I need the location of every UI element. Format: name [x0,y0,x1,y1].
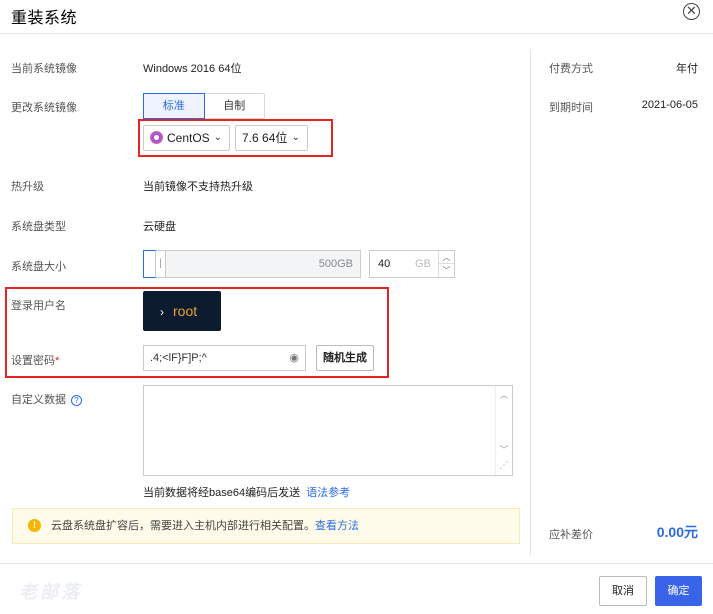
stepper-arrows: ︿ ﹀ [438,251,454,277]
highlight-box-image [138,119,333,157]
confirm-button[interactable]: 确定 [655,576,702,606]
chevron-up-icon[interactable]: ︿ [496,388,512,401]
custom-data-note: 当前数据将经base64编码后发送 语法参考 [143,484,350,500]
dialog-title: 重装系统 [11,10,78,27]
disk-size-label: 系统盘大小 [11,261,66,273]
image-type-tabs: 标准 自制 [143,93,265,119]
cancel-button[interactable]: 取消 [599,576,647,606]
warning-banner: ! 云盘系统盘扩容后，需要进入主机内部进行相关配置。查看方法 [12,508,520,544]
change-image-label: 更改系统镜像 [11,102,77,114]
disk-type-value: 云硬盘 [143,221,176,233]
expire-date-label: 到期时间 [549,102,593,114]
watermark-logo: 老部落 [19,582,82,602]
footer-divider [0,563,713,564]
slider-max-label: 500GB [318,258,353,270]
custom-data-textarea[interactable]: ︿ ﹀ ⋰ [143,385,513,476]
current-image-value: Windows 2016 64位 [143,63,242,75]
warning-icon: ! [28,519,41,532]
custom-data-note-text: 当前数据将经base64编码后发送 [143,487,301,499]
highlight-box-login [5,287,389,378]
help-icon[interactable]: ? [71,395,82,406]
chevron-up-icon[interactable]: ︿ [439,251,454,264]
disk-size-slider[interactable]: | 500GB [143,250,361,278]
slider-handle[interactable]: | [155,250,166,278]
hot-upgrade-label: 热升级 [11,181,44,193]
warning-text: 云盘系统盘扩容后，需要进入主机内部进行相关配置。 [51,520,315,532]
tab-standard[interactable]: 标准 [143,93,205,119]
current-image-label: 当前系统镜像 [11,63,77,75]
resize-grip-icon[interactable]: ⋰ [496,460,512,471]
textarea-scrollbar[interactable]: ︿ ﹀ ⋰ [495,386,512,475]
disk-type-label: 系统盘类型 [11,221,66,233]
close-circle-icon[interactable]: ✕ [683,3,700,20]
view-method-link[interactable]: 查看方法 [315,520,359,532]
chevron-down-icon[interactable]: ﹀ [496,443,512,456]
pay-method-value: 年付 [676,63,698,75]
price-diff-value: 0.00元 [656,524,698,540]
hot-upgrade-value: 当前镜像不支持热升级 [143,181,253,193]
disk-size-stepper[interactable]: 40 GB ︿ ﹀ [369,250,455,278]
expire-date-value: 2021-06-05 [641,99,698,111]
tab-custom[interactable]: 自制 [205,94,265,118]
custom-data-label: 自定义数据? [11,391,82,407]
custom-data-label-text: 自定义数据 [11,394,66,406]
chevron-down-icon[interactable]: ﹀ [439,264,454,277]
column-divider [530,50,531,555]
syntax-reference-link[interactable]: 语法参考 [306,487,350,499]
disk-size-unit: GB [415,258,431,270]
pay-method-label: 付费方式 [549,63,593,75]
price-diff-label: 应补差价 [549,529,593,541]
dialog-header: 重装系统 ✕ [0,0,713,34]
disk-size-value: 40 [378,258,391,270]
